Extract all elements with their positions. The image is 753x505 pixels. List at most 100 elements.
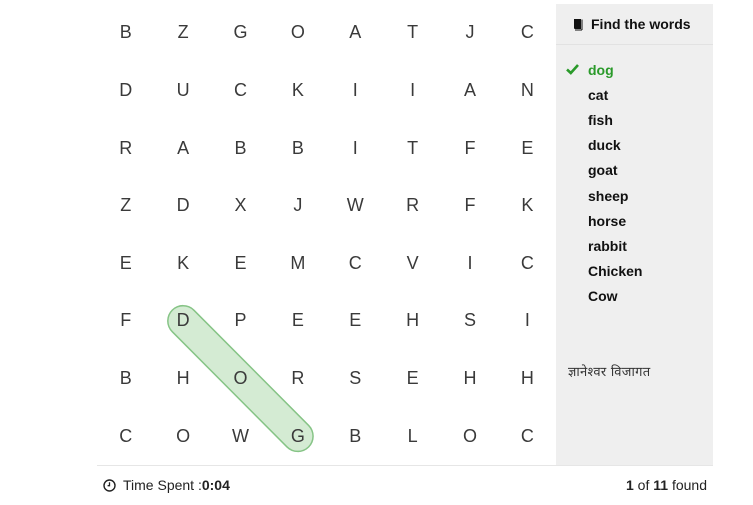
grid-cell[interactable]: C — [327, 235, 384, 293]
caption-text: ज्ञानेश्वर विजागत — [568, 365, 651, 380]
grid-cell[interactable]: C — [499, 235, 556, 293]
word-item-chicken: Chicken — [556, 259, 713, 284]
grid-cell[interactable]: H — [384, 292, 441, 350]
word-search-game: BZGOATJCDUCKIIANRABBITFEZDXJWRFKEKEMCVIC… — [97, 4, 713, 500]
grid-cell[interactable]: A — [327, 4, 384, 62]
grid-cell[interactable]: H — [499, 350, 556, 408]
grid-cell[interactable]: O — [269, 4, 326, 62]
timer: Time Spent : 0:04 — [103, 477, 230, 493]
grid-cell[interactable]: D — [154, 177, 211, 235]
word-list-panel: Find the words dog cat fish duck goat sheep ho… — [556, 4, 713, 465]
letter-grid[interactable]: BZGOATJCDUCKIIANRABBITFEZDXJWRFKEKEMCVIC… — [97, 4, 556, 465]
found-of: of — [633, 477, 654, 493]
grid-cell[interactable]: U — [154, 62, 211, 120]
grid-cell[interactable]: T — [384, 4, 441, 62]
grid-cell[interactable]: F — [97, 292, 154, 350]
word-label: goat — [588, 162, 618, 179]
grid-cell[interactable]: J — [441, 4, 498, 62]
word-item-rabbit: rabbit — [556, 233, 713, 258]
grid-cell[interactable]: J — [269, 177, 326, 235]
grid-cell[interactable]: K — [269, 62, 326, 120]
word-label: duck — [588, 137, 621, 154]
grid-cell[interactable]: E — [97, 235, 154, 293]
word-label: fish — [588, 111, 613, 128]
grid-cell[interactable]: E — [269, 292, 326, 350]
grid-cell[interactable]: E — [384, 350, 441, 408]
status-bar: Time Spent : 0:04 1 of 11 found — [97, 465, 713, 501]
grid-cell[interactable]: T — [384, 119, 441, 177]
word-label: dog — [588, 61, 614, 78]
grid-cell[interactable]: R — [97, 119, 154, 177]
grid-cell[interactable]: G — [269, 407, 326, 465]
word-list-header: Find the words — [556, 4, 713, 45]
grid-cell[interactable]: H — [441, 350, 498, 408]
word-list: dog cat fish duck goat sheep horse rabbit Chicke… — [556, 57, 713, 309]
timer-label: Time Spent : — [123, 477, 202, 493]
found-suffix: found — [668, 477, 707, 493]
grid-cell[interactable]: C — [212, 62, 269, 120]
word-label: rabbit — [588, 237, 627, 254]
grid-cell[interactable]: V — [384, 235, 441, 293]
grid-cell[interactable]: F — [441, 119, 498, 177]
word-label: sheep — [588, 187, 629, 204]
word-item-duck: duck — [556, 133, 713, 158]
grid-cell[interactable]: K — [499, 177, 556, 235]
found-counter: 1 of 11 found — [626, 477, 707, 493]
grid-cell[interactable]: D — [97, 62, 154, 120]
grid-cell[interactable]: A — [441, 62, 498, 120]
grid-cell[interactable]: W — [212, 407, 269, 465]
word-item-fish: fish — [556, 107, 713, 132]
grid-cell[interactable]: Z — [97, 177, 154, 235]
grid-cell[interactable]: S — [441, 292, 498, 350]
word-item-cow: Cow — [556, 284, 713, 309]
grid-cell[interactable]: I — [327, 62, 384, 120]
grid-cell[interactable]: W — [327, 177, 384, 235]
grid-cell[interactable]: O — [154, 407, 211, 465]
grid-cell[interactable]: O — [212, 350, 269, 408]
grid-cell[interactable]: C — [499, 407, 556, 465]
word-label: horse — [588, 212, 627, 229]
grid-cell[interactable]: R — [384, 177, 441, 235]
letter-grid-area: BZGOATJCDUCKIIANRABBITFEZDXJWRFKEKEMCVIC… — [97, 4, 556, 465]
grid-cell[interactable]: M — [269, 235, 326, 293]
grid-cell[interactable]: P — [212, 292, 269, 350]
grid-cell[interactable]: I — [384, 62, 441, 120]
grid-cell[interactable]: K — [154, 235, 211, 293]
found-number: 1 — [625, 477, 634, 493]
found-total: 11 — [653, 477, 669, 493]
grid-cell[interactable]: C — [97, 407, 154, 465]
word-item-dog: dog — [556, 57, 713, 82]
grid-cell[interactable]: B — [97, 4, 154, 62]
grid-cell[interactable]: I — [327, 119, 384, 177]
grid-cell[interactable]: Z — [154, 4, 211, 62]
grid-cell[interactable]: E — [212, 235, 269, 293]
word-label: cat — [588, 86, 609, 103]
grid-cell[interactable]: F — [441, 177, 498, 235]
grid-cell[interactable]: S — [327, 350, 384, 408]
grid-cell[interactable]: B — [97, 350, 154, 408]
grid-cell[interactable]: A — [154, 119, 211, 177]
grid-cell[interactable]: C — [499, 4, 556, 62]
grid-cell[interactable]: B — [327, 407, 384, 465]
word-label: Chicken — [588, 263, 643, 280]
grid-cell[interactable]: E — [499, 119, 556, 177]
grid-cell[interactable]: O — [441, 407, 498, 465]
grid-cell[interactable]: X — [212, 177, 269, 235]
word-item-cat: cat — [556, 82, 713, 107]
grid-cell[interactable]: N — [499, 62, 556, 120]
grid-cell[interactable]: H — [154, 350, 211, 408]
book-icon — [574, 18, 583, 30]
grid-cell[interactable]: I — [441, 235, 498, 293]
grid-cell[interactable]: R — [269, 350, 326, 408]
grid-cell[interactable]: I — [499, 292, 556, 350]
word-item-goat: goat — [556, 158, 713, 183]
grid-cell[interactable]: B — [212, 119, 269, 177]
check-icon — [566, 64, 579, 75]
word-item-horse: horse — [556, 208, 713, 233]
grid-cell[interactable]: L — [384, 407, 441, 465]
grid-cell[interactable]: D — [154, 292, 211, 350]
word-label: Cow — [588, 288, 618, 305]
grid-cell[interactable]: E — [327, 292, 384, 350]
grid-cell[interactable]: G — [212, 4, 269, 62]
grid-cell[interactable]: B — [269, 119, 326, 177]
